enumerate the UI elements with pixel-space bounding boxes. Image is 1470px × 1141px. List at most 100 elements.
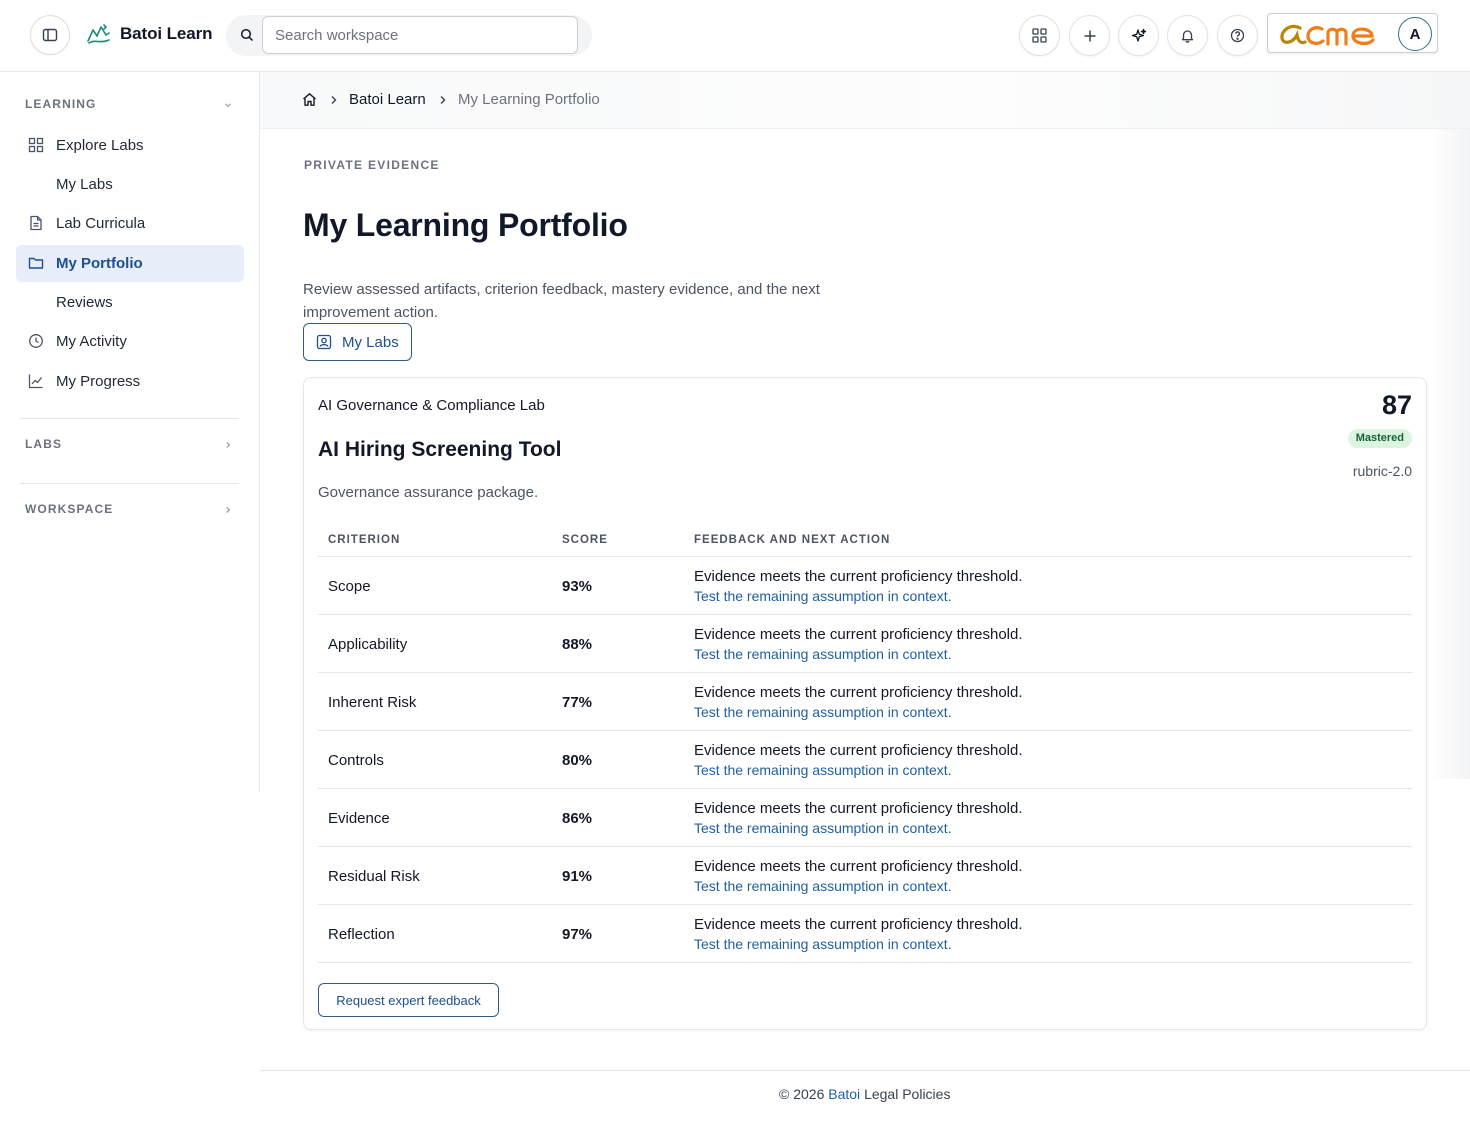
breadcrumb: Batoi Learn My Learning Portfolio bbox=[260, 72, 1470, 129]
criterion-name: Evidence bbox=[328, 810, 390, 827]
sidebar-item-label: Lab Curricula bbox=[56, 215, 146, 232]
footer-copyright: © 2026 bbox=[779, 1086, 825, 1102]
criterion-feedback: Evidence meets the current proficiency t… bbox=[694, 626, 1023, 643]
overall-score: 87 bbox=[1381, 390, 1412, 420]
criterion-name: Scope bbox=[328, 578, 371, 595]
criterion-score: 88% bbox=[562, 636, 593, 653]
criterion-score: 93% bbox=[562, 578, 593, 595]
column-header-score: SCORE bbox=[562, 534, 608, 546]
criterion-score: 91% bbox=[562, 868, 593, 885]
table-row: Reflection 97% Evidence meets the curren… bbox=[318, 904, 1412, 962]
sidebar-item-label: My Portfolio bbox=[56, 255, 143, 272]
request-expert-feedback-button[interactable]: Request expert feedback bbox=[318, 983, 499, 1017]
sidebar-item-label: My Progress bbox=[56, 373, 141, 390]
page-description: Review assessed artifacts, criterion fee… bbox=[303, 281, 820, 321]
sidebar-item-my-activity[interactable]: My Activity bbox=[16, 323, 244, 360]
criterion-name: Residual Risk bbox=[328, 868, 420, 885]
next-action: Test the remaining assumption in context… bbox=[694, 588, 952, 604]
user-avatar[interactable]: A bbox=[1398, 17, 1432, 51]
rubric-version: rubric-2.0 bbox=[1352, 463, 1412, 479]
portfolio-card: AI Governance & Compliance Lab AI Hiring… bbox=[303, 377, 1427, 1030]
bell-icon bbox=[1180, 28, 1195, 43]
scroll-shadow bbox=[1430, 129, 1470, 779]
document-icon bbox=[28, 215, 44, 231]
table-row: Residual Risk 91% Evidence meets the cur… bbox=[318, 846, 1412, 904]
chevron-right-icon bbox=[330, 95, 338, 105]
sidebar: LEARNING Explore Labs My Labs Lab Curric… bbox=[0, 72, 260, 792]
criterion-feedback: Evidence meets the current proficiency t… bbox=[694, 568, 1023, 585]
search-bar bbox=[226, 15, 592, 56]
page-title: My Learning Portfolio bbox=[303, 207, 628, 243]
table-row: Applicability 88% Evidence meets the cur… bbox=[318, 614, 1412, 672]
table-row: Controls 80% Evidence meets the current … bbox=[318, 730, 1412, 788]
create-button[interactable] bbox=[1069, 15, 1110, 56]
labs-section-label: LABS bbox=[25, 437, 63, 451]
search-icon bbox=[240, 28, 254, 42]
next-action: Test the remaining assumption in context… bbox=[694, 878, 952, 894]
apps-grid-icon bbox=[1032, 28, 1047, 43]
sidebar-item-label: My Labs bbox=[56, 176, 113, 193]
table-row: Inherent Risk 77% Evidence meets the cur… bbox=[318, 672, 1412, 730]
breadcrumb-batoi-learn[interactable]: Batoi Learn bbox=[349, 91, 426, 108]
footer-legal-policies-link[interactable]: Legal Policies bbox=[864, 1086, 950, 1102]
org-switcher[interactable]: A bbox=[1267, 13, 1438, 53]
clock-icon bbox=[28, 333, 44, 349]
workspace-section-header[interactable]: WORKSPACE bbox=[25, 502, 237, 522]
footer-batoi-link[interactable]: Batoi bbox=[828, 1086, 860, 1102]
footer: © 2026 Batoi Legal Policies bbox=[779, 1086, 950, 1102]
chevron-right-icon bbox=[439, 95, 447, 105]
chevron-down-icon bbox=[223, 100, 233, 110]
learning-section-header[interactable]: LEARNING bbox=[25, 97, 237, 117]
plus-icon bbox=[1083, 29, 1097, 43]
criterion-score: 97% bbox=[562, 926, 593, 943]
column-header-criterion: CRITERION bbox=[328, 534, 401, 546]
sidebar-item-label: My Activity bbox=[56, 333, 127, 350]
grid-icon bbox=[28, 137, 44, 153]
workspace-section-label: WORKSPACE bbox=[25, 502, 114, 516]
sidebar-divider bbox=[20, 483, 239, 484]
next-action: Test the remaining assumption in context… bbox=[694, 820, 952, 836]
my-labs-button[interactable]: My Labs bbox=[303, 323, 412, 361]
search-input[interactable] bbox=[262, 16, 578, 54]
learning-section-label: LEARNING bbox=[25, 97, 97, 111]
help-button[interactable] bbox=[1217, 15, 1258, 56]
notifications-button[interactable] bbox=[1167, 15, 1208, 56]
artifact-title: AI Hiring Screening Tool bbox=[318, 438, 562, 461]
sidebar-item-my-labs[interactable]: My Labs bbox=[16, 166, 244, 203]
criterion-feedback: Evidence meets the current proficiency t… bbox=[694, 916, 1023, 933]
column-header-feedback: FEEDBACK AND NEXT ACTION bbox=[694, 534, 891, 546]
my-labs-button-label: My Labs bbox=[342, 333, 399, 351]
sidebar-item-label: Reviews bbox=[56, 294, 113, 311]
criterion-name: Inherent Risk bbox=[328, 694, 417, 711]
brand-name: Batoi Learn bbox=[120, 24, 213, 43]
sidebar-item-my-progress[interactable]: My Progress bbox=[16, 363, 244, 400]
criterion-feedback: Evidence meets the current proficiency t… bbox=[694, 684, 1023, 701]
sidebar-item-explore-labs[interactable]: Explore Labs bbox=[16, 127, 244, 164]
sidebar-item-reviews[interactable]: Reviews bbox=[16, 284, 244, 321]
criterion-name: Applicability bbox=[328, 636, 408, 653]
sidebar-panel-icon bbox=[42, 27, 58, 43]
brand[interactable]: Batoi Learn bbox=[86, 22, 213, 46]
user-square-icon bbox=[316, 334, 332, 350]
acme-logo bbox=[1276, 17, 1392, 51]
next-action: Test the remaining assumption in context… bbox=[694, 646, 952, 662]
apps-button[interactable] bbox=[1019, 15, 1060, 56]
ai-assistant-button[interactable] bbox=[1118, 15, 1159, 56]
top-bar: Batoi Learn Search workspace A bbox=[0, 0, 1470, 72]
next-action: Test the remaining assumption in context… bbox=[694, 704, 952, 720]
criterion-score: 77% bbox=[562, 694, 593, 711]
table-bottom-border bbox=[318, 962, 1412, 963]
labs-section-header[interactable]: LABS bbox=[25, 437, 237, 457]
next-action: Test the remaining assumption in context… bbox=[694, 762, 952, 778]
sidebar-toggle-button[interactable] bbox=[30, 15, 70, 55]
chevron-right-icon bbox=[223, 440, 233, 450]
help-circle-icon bbox=[1230, 28, 1245, 43]
home-icon[interactable] bbox=[302, 92, 317, 107]
sidebar-item-my-portfolio[interactable]: My Portfolio bbox=[16, 245, 244, 282]
criterion-feedback: Evidence meets the current proficiency t… bbox=[694, 742, 1023, 759]
sidebar-item-lab-curricula[interactable]: Lab Curricula bbox=[16, 205, 244, 242]
criterion-feedback: Evidence meets the current proficiency t… bbox=[694, 858, 1023, 875]
sidebar-divider bbox=[20, 418, 239, 419]
chevron-right-icon bbox=[223, 505, 233, 515]
footer-divider bbox=[260, 1070, 1470, 1071]
